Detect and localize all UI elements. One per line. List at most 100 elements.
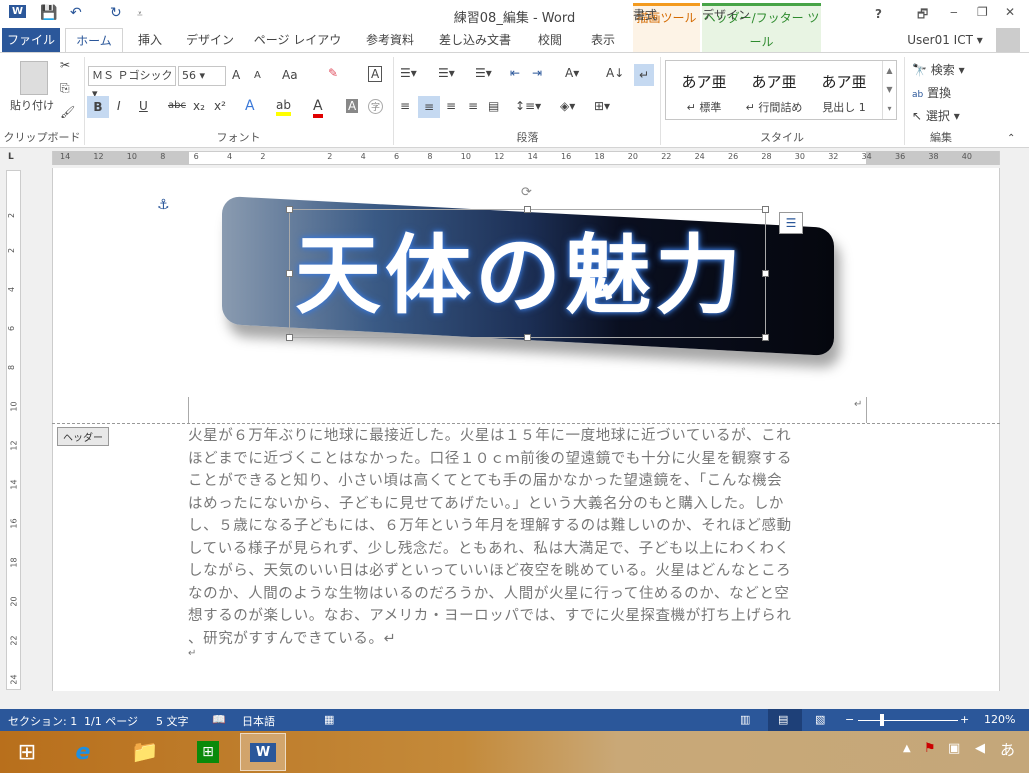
subscript-button[interactable]: x₂ [193, 99, 205, 113]
enclose-char-icon[interactable]: 字 [368, 99, 384, 114]
show-marks-button[interactable]: ↵ [634, 64, 654, 86]
style-normal-name[interactable]: ↵ 標準 [670, 99, 738, 115]
vertical-ruler[interactable]: 2 2 4 6 8 10 12 14 16 18 20 22 24 [6, 170, 21, 690]
style-gallery-scroll[interactable]: ▲ ▼ ▾ [882, 61, 896, 119]
char-border-icon[interactable]: A [368, 66, 383, 82]
selection-box[interactable] [286, 206, 769, 341]
zoom-level[interactable]: 120% [984, 713, 1015, 726]
align-center-button[interactable]: ≡ [418, 96, 440, 118]
numbering-icon[interactable]: ☰▾ [438, 66, 455, 80]
font-size-select[interactable]: 56 ▾ [178, 66, 226, 86]
zoom-slider[interactable] [858, 720, 958, 721]
style-normal-preview[interactable]: あア亜 [670, 71, 738, 92]
format-painter-icon[interactable]: 🖌 [60, 105, 75, 119]
tab-mailings[interactable]: 差し込み文書 [435, 28, 515, 52]
tab-format[interactable]: 書式 [633, 3, 657, 27]
font-name-select[interactable]: ＭＳ Ｐゴシック ▾ [88, 66, 176, 100]
decrease-indent-icon[interactable]: ⇤ [510, 66, 520, 80]
section-indicator[interactable]: セクション: 1 [8, 713, 77, 729]
increase-indent-icon[interactable]: ⇥ [532, 66, 542, 80]
network-icon[interactable]: ▣ [948, 741, 960, 756]
copy-icon[interactable]: ⎘ [60, 81, 70, 96]
text-effects-icon[interactable]: A [245, 98, 255, 114]
zoom-slider-thumb[interactable] [880, 714, 885, 726]
maximize-button[interactable]: ❐ [977, 5, 988, 19]
select-button[interactable]: ↖ 選択 ▾ [912, 107, 960, 124]
find-button[interactable]: 🔭 検索 ▾ [912, 61, 965, 78]
word-count[interactable]: 5 文字 [156, 713, 189, 729]
clear-format-icon[interactable]: ✎ [328, 66, 338, 80]
read-mode-icon[interactable]: ▥ [740, 713, 750, 726]
avatar[interactable] [996, 28, 1020, 52]
ruler-tick-label: 2 [260, 152, 266, 161]
align-right-icon[interactable]: ≡ [446, 99, 456, 113]
replace-button[interactable]: ab 置換 [912, 84, 951, 101]
show-hidden-icons[interactable]: ▲ [903, 743, 911, 754]
file-explorer-icon[interactable]: 📁 [122, 733, 168, 771]
shrink-font-button[interactable]: A [254, 70, 261, 81]
borders-icon[interactable]: ⊞▾ [594, 99, 610, 113]
justify-icon[interactable]: ≡ [468, 99, 478, 113]
action-center-icon[interactable]: ⚑ [924, 741, 936, 756]
proofing-icon[interactable]: 📖 [212, 713, 226, 726]
grow-font-button[interactable]: A [232, 68, 240, 82]
collapse-ribbon-icon[interactable]: ⌃ [1007, 133, 1015, 144]
minimize-button[interactable]: ‒ [950, 5, 958, 19]
web-layout-icon[interactable]: ▧ [815, 713, 825, 726]
zoom-in-button[interactable]: + [960, 713, 969, 726]
tab-design[interactable]: デザイン [180, 28, 240, 52]
char-shading-icon[interactable]: A [346, 99, 359, 113]
volume-icon[interactable]: ◀ [975, 741, 985, 756]
sort-icon[interactable]: A↓ [606, 66, 624, 80]
bold-button[interactable]: B [87, 96, 109, 118]
ie-icon[interactable]: e [60, 733, 106, 771]
font-color-icon[interactable]: A [313, 98, 323, 118]
tab-references[interactable]: 参考資料 [355, 28, 425, 52]
highlight-icon[interactable]: ab [276, 98, 291, 116]
paste-icon[interactable] [20, 61, 48, 95]
multilevel-list-icon[interactable]: ☰▾ [475, 66, 492, 80]
tab-view[interactable]: 表示 [583, 28, 623, 52]
cut-icon[interactable]: ✂ [60, 58, 70, 72]
distributed-icon[interactable]: ▤ [488, 99, 499, 113]
style-no-spacing-name[interactable]: ↵ 行間詰め [740, 99, 808, 115]
tab-insert[interactable]: 挿入 [130, 28, 170, 52]
horizontal-ruler[interactable]: L 14 12 10 8 6 4 2 2 4 6 8 10 12 14 16 18 20 22 24 26 28 30 32… [0, 148, 1029, 168]
help-icon[interactable]: ? [875, 7, 882, 21]
body-text[interactable]: 火星が６万年ぶりに地球に最接近した。火星は１５年に一度地球に近づいているが、これ… [188, 425, 868, 650]
style-heading1-name[interactable]: 見出し 1 [810, 99, 878, 115]
ribbon-display-icon[interactable]: 🗗 [917, 5, 928, 26]
bullets-icon[interactable]: ☰▾ [400, 66, 417, 80]
superscript-button[interactable]: x² [214, 99, 226, 113]
strikethrough-button[interactable]: abc [168, 100, 186, 111]
text-direction-icon[interactable]: A▾ [565, 66, 579, 80]
align-left-icon[interactable]: ≡ [400, 99, 410, 113]
tab-design-hf[interactable]: デザイン [702, 3, 750, 27]
user-account[interactable]: User01 ICT ▾ [900, 28, 990, 52]
tab-page-layout[interactable]: ページ レイアウト [250, 28, 345, 71]
change-case-button[interactable]: Aa [282, 68, 298, 82]
layout-options-icon[interactable]: ☰ [779, 212, 803, 234]
line-spacing-icon[interactable]: ↕≡▾ [515, 99, 541, 113]
word-taskbar-icon[interactable]: W [240, 733, 286, 771]
underline-button[interactable]: U [139, 99, 148, 113]
tab-file[interactable]: ファイル [2, 28, 60, 52]
page-indicator[interactable]: 1/1 ページ [84, 713, 138, 729]
close-button[interactable]: ✕ [1005, 5, 1015, 19]
zoom-out-button[interactable]: − [845, 713, 854, 726]
print-layout-icon[interactable]: ▤ [768, 709, 802, 731]
ime-indicator[interactable]: あ [1000, 739, 1015, 760]
style-no-spacing-preview[interactable]: あア亜 [740, 71, 808, 92]
shading-icon[interactable]: ◈▾ [560, 99, 575, 113]
rotate-handle-icon[interactable]: ⟳ [521, 185, 532, 200]
store-icon[interactable]: ⊞ [185, 733, 231, 771]
italic-button[interactable]: I [117, 99, 121, 113]
start-button[interactable]: ⊞ [4, 733, 50, 771]
macro-record-icon[interactable]: ▦ [324, 713, 334, 726]
tab-review[interactable]: 校閲 [530, 28, 570, 52]
style-heading1-preview[interactable]: あア亜 [810, 71, 878, 92]
tab-selector-icon[interactable]: L [8, 152, 14, 162]
paste-button[interactable]: 貼り付け [10, 97, 54, 113]
language-indicator[interactable]: 日本語 [242, 713, 275, 729]
tab-home[interactable]: ホーム [65, 28, 123, 53]
